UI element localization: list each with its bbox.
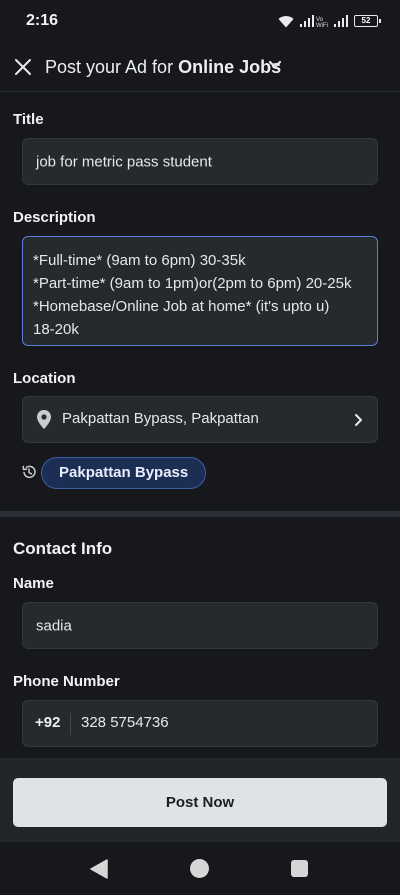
location-selector[interactable]: Pakpattan Bypass, Pakpattan bbox=[22, 396, 378, 443]
location-pin-icon bbox=[37, 410, 51, 429]
system-nav-bar bbox=[0, 842, 400, 895]
category-name: Online Jobs bbox=[178, 57, 282, 77]
description-label: Description bbox=[13, 209, 96, 226]
description-line: *Homebase/Online Job at home* (it's upto… bbox=[33, 298, 330, 315]
description-textarea[interactable]: *Full-time* (9am to 6pm) 30-35k *Part-ti… bbox=[22, 236, 378, 346]
name-input[interactable]: sadia bbox=[22, 602, 378, 649]
page-title[interactable]: Post your Ad for Online Jobs bbox=[45, 57, 281, 78]
country-code: +92 bbox=[35, 714, 61, 731]
back-icon[interactable] bbox=[90, 859, 108, 879]
battery-icon: 52 bbox=[354, 15, 381, 27]
signal-icon bbox=[300, 15, 314, 27]
location-value: Pakpattan Bypass, Pakpattan bbox=[62, 410, 259, 427]
post-ad-screen: 2:16 Vo WiFi 52 Post your Ad for Online … bbox=[0, 0, 400, 895]
contact-info-heading: Contact Info bbox=[13, 539, 113, 558]
chevron-down-icon[interactable] bbox=[268, 60, 282, 70]
description-line: *Full-time* (9am to 6pm) 30-35k bbox=[33, 252, 246, 269]
status-time: 2:16 bbox=[26, 12, 59, 29]
vowifi-label: Vo WiFi bbox=[316, 17, 328, 29]
recent-location-chip[interactable]: Pakpattan Bypass bbox=[41, 457, 207, 489]
chevron-right-icon bbox=[355, 414, 362, 426]
post-now-button[interactable]: Post Now bbox=[13, 778, 387, 827]
section-divider bbox=[0, 511, 400, 517]
close-button[interactable] bbox=[10, 54, 36, 80]
status-icons: Vo WiFi 52 bbox=[278, 13, 381, 29]
history-icon bbox=[22, 465, 36, 479]
phone-input[interactable]: +92 328 5754736 bbox=[22, 700, 378, 747]
phone-label: Phone Number bbox=[13, 673, 120, 690]
battery-level: 52 bbox=[361, 16, 371, 25]
title-label: Title bbox=[13, 111, 44, 128]
title-input[interactable]: job for metric pass student bbox=[22, 138, 378, 185]
phone-input-value: 328 5754736 bbox=[81, 714, 169, 731]
location-label: Location bbox=[13, 370, 76, 387]
description-line: *Part-time* (9am to 1pm)or(2pm to 6pm) 2… bbox=[33, 275, 352, 292]
close-icon bbox=[15, 59, 31, 75]
recents-icon[interactable] bbox=[291, 860, 308, 877]
header-bar: Post your Ad for Online Jobs bbox=[0, 44, 400, 92]
name-label: Name bbox=[13, 575, 54, 592]
name-input-value: sadia bbox=[36, 617, 72, 634]
footer-bar: Post Now bbox=[0, 758, 400, 842]
signal-icon-2 bbox=[334, 15, 348, 27]
status-bar: 2:16 Vo WiFi 52 bbox=[0, 0, 400, 44]
title-input-value: job for metric pass student bbox=[36, 153, 212, 170]
wifi-icon bbox=[278, 15, 294, 27]
phone-separator bbox=[70, 713, 71, 735]
page-title-prefix: Post your Ad for bbox=[45, 57, 179, 77]
description-line: 18-20k bbox=[33, 321, 79, 338]
home-icon[interactable] bbox=[190, 859, 209, 878]
